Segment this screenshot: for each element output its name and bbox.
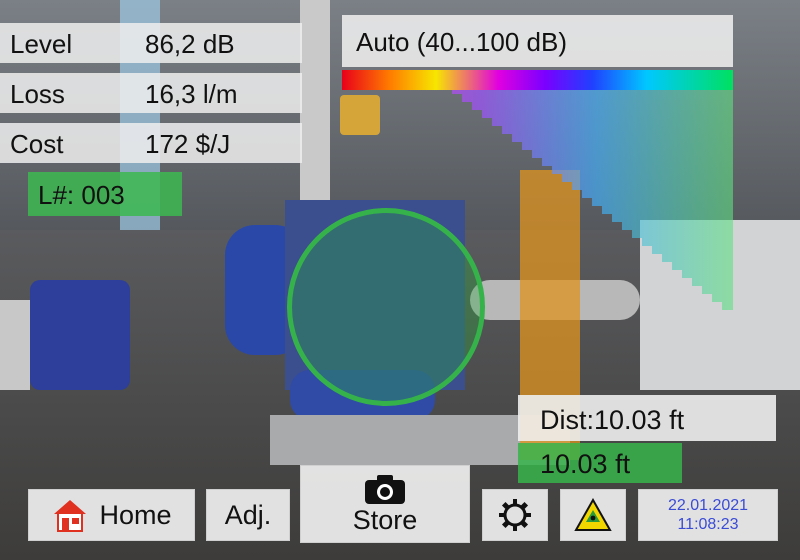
store-label: Store xyxy=(352,504,418,535)
level-readout: Level 86,2 dB xyxy=(0,23,302,63)
adjust-button[interactable]: Adj. xyxy=(206,489,290,541)
camera-icon xyxy=(365,474,405,504)
scale-mode[interactable]: Auto (40...100 dB) xyxy=(342,15,733,67)
distance-value: 10.03 ft xyxy=(518,443,682,483)
time-text: 11:08:23 xyxy=(677,516,739,533)
settings-button[interactable] xyxy=(482,489,548,541)
location-number: L#: 003 xyxy=(28,172,182,216)
cost-value: 172 $/J xyxy=(145,129,231,159)
home-button[interactable]: Home xyxy=(28,489,195,541)
datetime-display: 22.01.2021 11:08:23 xyxy=(638,489,778,541)
loss-value: 16,3 l/m xyxy=(145,79,238,109)
level-value: 86,2 dB xyxy=(145,29,235,59)
hazard-warning-icon xyxy=(574,498,612,531)
gear-icon xyxy=(499,499,531,531)
home-label: Home xyxy=(99,499,172,530)
loss-readout: Loss 16,3 l/m xyxy=(0,73,302,113)
cost-readout: Cost 172 $/J xyxy=(0,123,302,163)
distance-readout: Dist:10.03 ft xyxy=(518,395,776,441)
home-icon xyxy=(54,500,87,532)
level-label: Level xyxy=(10,29,73,59)
adjust-label: Adj. xyxy=(224,499,272,530)
store-button[interactable]: Store xyxy=(300,465,470,543)
leak-target-circle xyxy=(287,208,485,406)
color-scale-bar xyxy=(342,70,733,90)
cost-label: Cost xyxy=(10,129,64,159)
warning-button[interactable] xyxy=(560,489,626,541)
loss-label: Loss xyxy=(10,79,65,109)
date-text: 22.01.2021 xyxy=(667,497,749,514)
